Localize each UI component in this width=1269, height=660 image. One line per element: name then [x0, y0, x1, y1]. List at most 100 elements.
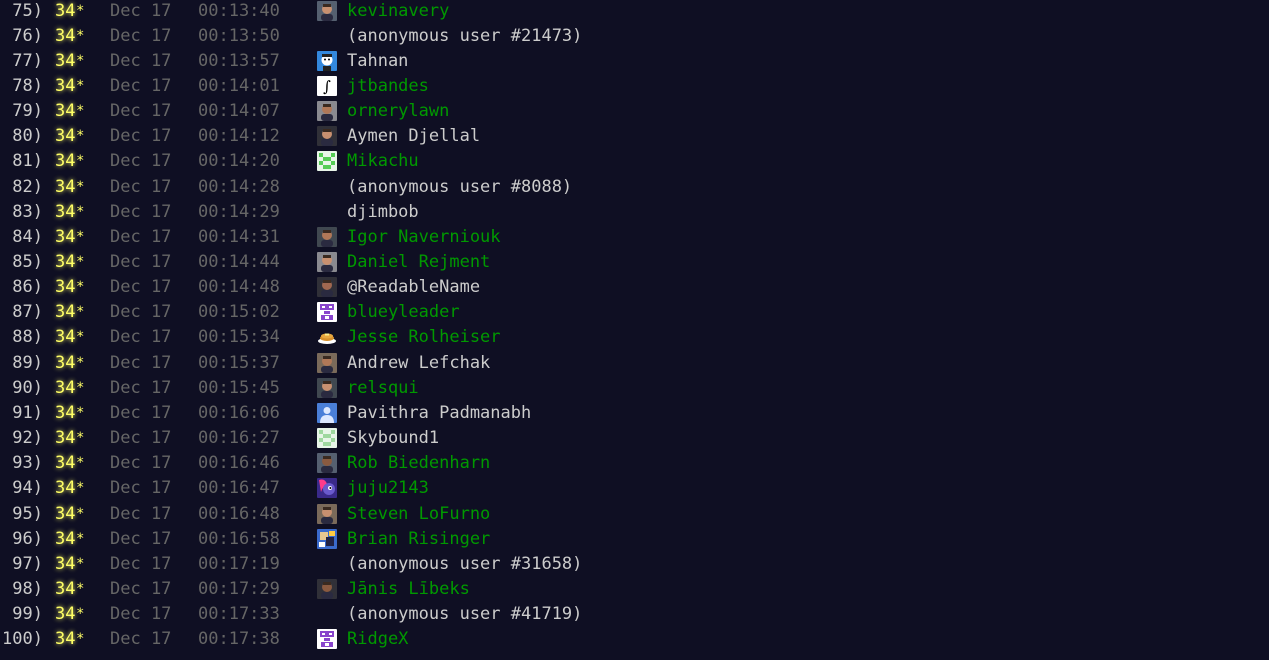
photo-avatar-icon [317, 453, 337, 474]
leaderboard-row: 98) 34 * Dec 17 00:17:29 Jānis Lībeks [0, 577, 1269, 602]
identicon-icon [317, 151, 337, 172]
rank-number: 85) [12, 252, 43, 272]
photo-avatar-icon [317, 0, 337, 21]
score-value: 34 [55, 25, 76, 46]
pixel-robot-icon [317, 302, 337, 323]
user-link[interactable]: Igor Navernіouk [347, 225, 501, 250]
leaderboard-row: 97) 34 * Dec 17 00:17:19 (anonymous user #316… [0, 552, 1269, 577]
user-name: Skybound1 [347, 428, 440, 449]
photo-avatar-icon [317, 352, 337, 373]
user-link[interactable]: kevinavery [347, 0, 449, 24]
user-link[interactable]: Brian Risinger [347, 527, 490, 552]
rank-number: 84) [12, 226, 43, 247]
score-value: 34 [55, 75, 76, 96]
completion-time: 00:16:27 [198, 428, 280, 449]
leaderboard-row: 76) 34 * Dec 17 00:13:50 (anonymous user #214… [0, 24, 1269, 49]
star-icon: * [76, 228, 85, 245]
completion-time: 00:15:45 [198, 377, 280, 398]
score-value: 34 [55, 176, 76, 197]
rank-number: 97) [12, 553, 43, 574]
user-link[interactable]: Mikachu [347, 149, 419, 174]
completion-time: 00:16:06 [198, 402, 280, 423]
completion-time: 00:16:47 [198, 478, 280, 499]
star-icon: * [76, 52, 85, 69]
photo-avatar-icon [317, 126, 337, 147]
rank-number: 92) [12, 428, 43, 449]
user-link[interactable]: relsqui [347, 376, 419, 401]
user-link[interactable]: Steven LoFurno [347, 502, 490, 527]
completion-date: Dec 17 [110, 151, 172, 172]
leaderboard-row: 84) 34 * Dec 17 00:14:31 Igor Navernіouk [0, 225, 1269, 250]
user-link[interactable]: Jānis Lībeks [347, 577, 470, 602]
leaderboard-row: 92) 34 * Dec 17 00:16:27 Skybound1 [0, 426, 1269, 451]
rank-number: 80) [12, 126, 43, 147]
cartoon-face-icon [317, 50, 337, 71]
score-value: 34 [55, 402, 76, 423]
user-name: Aymen Djellal [347, 126, 481, 147]
completion-time: 00:17:29 [198, 578, 280, 599]
user-link[interactable]: blueyleader [347, 300, 460, 325]
user-name: Pavithra Padmanabh [347, 402, 532, 423]
completion-time: 00:15:34 [198, 327, 280, 348]
user-link[interactable]: ornerylawn [347, 99, 449, 124]
leaderboard-row: 75) 34 * Dec 17 00:13:40 kevinavery [0, 0, 1269, 24]
completion-time: 00:17:38 [198, 629, 280, 650]
rank-number: 95) [12, 503, 43, 524]
user-name: Tahnan [347, 50, 409, 71]
completion-time: 00:14:12 [198, 126, 280, 147]
completion-date: Dec 17 [110, 0, 172, 21]
star-icon: * [76, 455, 85, 472]
user-link[interactable]: juju2143 [347, 476, 429, 501]
star-icon: * [76, 379, 85, 396]
leaderboard-row: 87) 34 * Dec 17 00:15:02 blueyleader [0, 300, 1269, 325]
star-icon: * [76, 505, 85, 522]
user-link[interactable]: Daniel Rejment [347, 250, 490, 275]
completion-date: Dec 17 [110, 478, 172, 499]
rank-number: 87) [12, 302, 43, 323]
completion-date: Dec 17 [110, 252, 172, 272]
star-icon: * [76, 329, 85, 346]
leaderboard-row: 80) 34 * Dec 17 00:14:12 Aymen Djellal [0, 124, 1269, 149]
completion-time: 00:13:40 [198, 0, 280, 21]
leaderboard-list: 75) 34 * Dec 17 00:13:40 kevinavery 76) 34 * Dec … [0, 0, 1269, 660]
user-link[interactable]: Jesse Rolheiser [347, 325, 501, 350]
rank-number: 90) [12, 377, 43, 398]
pixel-robot-icon [317, 629, 337, 650]
user-name: (anonymous user #21473) [347, 25, 583, 46]
score-value: 34 [55, 453, 76, 474]
integral-sign-icon: ∫ [317, 75, 337, 96]
star-icon: * [76, 606, 85, 623]
rank-number: 96) [12, 528, 43, 549]
identicon-icon [317, 428, 337, 449]
completion-date: Dec 17 [110, 277, 172, 298]
score-value: 34 [55, 528, 76, 549]
pancakes-icon [317, 327, 337, 348]
rank-number: 81) [12, 151, 43, 172]
completion-date: Dec 17 [110, 226, 172, 247]
user-name: Andrew Lefchak [347, 352, 491, 373]
user-link[interactable]: jtbandes [347, 74, 429, 99]
rank-number: 79) [12, 101, 43, 122]
completion-date: Dec 17 [110, 50, 172, 71]
score-value: 34 [55, 226, 76, 247]
rank-number: 86) [12, 277, 43, 298]
completion-time: 00:14:28 [198, 176, 280, 197]
photo-avatar-icon [317, 101, 337, 122]
star-icon: * [76, 2, 85, 19]
completion-date: Dec 17 [110, 327, 172, 348]
star-icon: * [76, 27, 85, 44]
leaderboard-row: 91) 34 * Dec 17 00:16:06 Pavithra Padmanabh [0, 401, 1269, 426]
leaderboard-row: 81) 34 * Dec 17 00:14:20 Mikachu [0, 149, 1269, 174]
leaderboard-row: 79) 34 * Dec 17 00:14:07 ornerylawn [0, 99, 1269, 124]
user-link[interactable]: RidgeX [347, 627, 408, 652]
rank-number: 77) [12, 50, 43, 71]
completion-time: 00:15:02 [198, 302, 280, 323]
leaderboard-row: 85) 34 * Dec 17 00:14:44 Daniel Rejment [0, 250, 1269, 275]
user-link[interactable]: Rob Biedenharn [347, 451, 490, 476]
completion-time: 00:14:01 [198, 75, 280, 96]
completion-date: Dec 17 [110, 377, 172, 398]
completion-time: 00:14:44 [198, 252, 280, 272]
photo-avatar-icon [317, 252, 337, 272]
star-icon: * [76, 153, 85, 170]
completion-date: Dec 17 [110, 302, 172, 323]
